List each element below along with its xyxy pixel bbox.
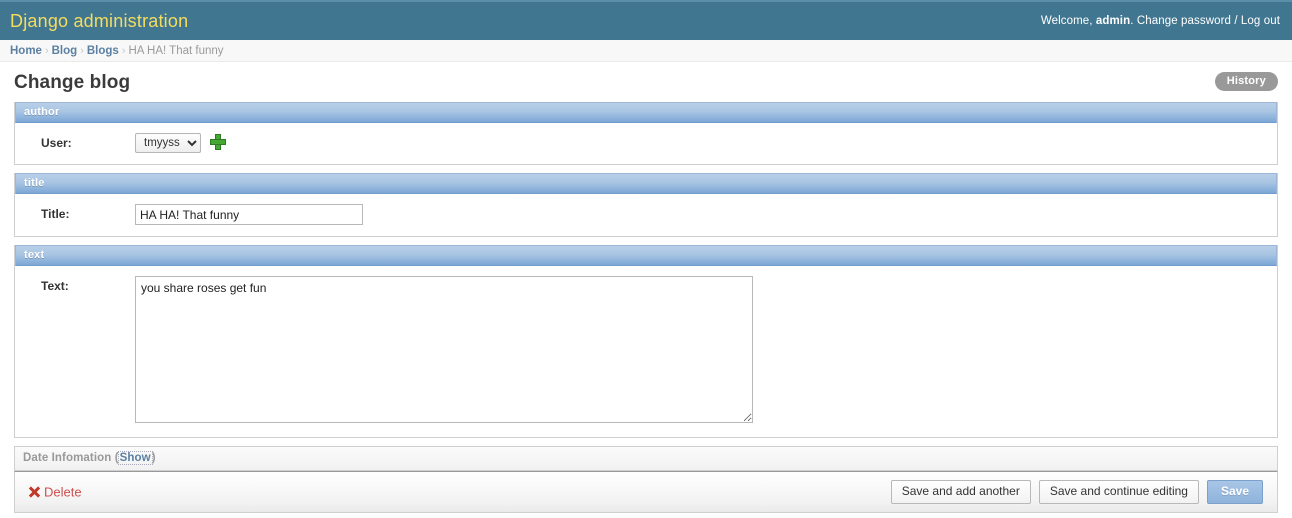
text-textarea[interactable]: you share roses get fun: [135, 276, 753, 423]
delete-label: Delete: [44, 484, 82, 500]
fieldset-legend-author: author: [15, 102, 1277, 123]
title-field-label: Title:: [41, 207, 70, 221]
change-blog-form: author User: tmyyss title Title: HA HA! …: [14, 102, 1278, 513]
fieldset-legend-date-information: Date Infomation (Show): [15, 447, 1277, 470]
form-row-title: Title:: [15, 194, 1277, 236]
user-field-area: tmyyss: [135, 133, 1267, 153]
fieldset-title: title Title:: [14, 173, 1278, 237]
user-field-label: User:: [41, 136, 72, 150]
user-tools: Welcome, admin. Change password / Log ou…: [1041, 15, 1280, 27]
delete-x-icon: [29, 487, 40, 498]
branding: Django administration: [10, 11, 188, 32]
breadcrumb-separator: ›: [44, 45, 49, 57]
welcome-period: .: [1130, 15, 1134, 27]
page-title: Change blog: [14, 72, 131, 93]
title-field-area: [135, 204, 1267, 225]
breadcrumb-separator: ›: [80, 45, 84, 57]
save-and-continue-editing-button[interactable]: Save and continue editing: [1038, 480, 1199, 504]
site-title: Django administration: [10, 10, 189, 31]
site-header: Django administration Welcome, admin. Ch…: [0, 0, 1292, 40]
date-information-label: Date Infomation: [23, 452, 112, 464]
close-paren: ): [151, 452, 156, 464]
fieldset-date-information: Date Infomation (Show): [14, 446, 1278, 471]
save-button[interactable]: Save: [1206, 480, 1263, 504]
form-row-text: Text: you share roses get fun: [15, 266, 1277, 437]
breadcrumb: Home › Blog › Blogs › HA HA! That funny: [0, 40, 1292, 62]
delete-link-box: Delete: [29, 485, 82, 500]
breadcrumb-item-blog[interactable]: Blog: [52, 45, 78, 57]
history-button[interactable]: History: [1214, 72, 1278, 91]
delete-button[interactable]: Delete: [29, 485, 82, 500]
breadcrumb-item-blogs[interactable]: Blogs: [87, 45, 119, 57]
change-password-link[interactable]: Change password: [1137, 15, 1231, 27]
show-toggle-link[interactable]: Show: [117, 451, 153, 465]
fieldset-text: text Text: you share roses get fun: [14, 245, 1278, 438]
username-label: admin: [1095, 15, 1131, 27]
title-input[interactable]: [135, 204, 363, 225]
save-and-add-another-button[interactable]: Save and add another: [890, 480, 1031, 504]
breadcrumb-item-current: HA HA! That funny: [128, 45, 224, 57]
submit-buttons: Save and add another Save and continue e…: [890, 480, 1263, 504]
user-select[interactable]: tmyyss: [135, 133, 201, 153]
logout-link[interactable]: Log out: [1241, 15, 1280, 27]
text-field-area: you share roses get fun: [135, 276, 1267, 426]
fieldset-legend-text: text: [15, 245, 1277, 266]
fieldset-author: author User: tmyyss: [14, 102, 1278, 165]
object-tools: History: [1214, 72, 1278, 91]
text-field-label: Text:: [41, 279, 69, 293]
add-user-plus-icon[interactable]: [210, 134, 227, 150]
breadcrumb-item-home[interactable]: Home: [10, 45, 42, 57]
welcome-text: Welcome,: [1040, 15, 1093, 27]
link-separator: /: [1234, 15, 1238, 27]
fieldset-legend-title: title: [15, 173, 1277, 194]
form-row-user: User: tmyyss: [15, 123, 1277, 164]
page-title-row: Change blog History: [14, 70, 1278, 102]
submit-row: Delete Save and add another Save and con…: [14, 471, 1278, 513]
content-area: Change blog History author User: tmyyss …: [0, 62, 1292, 513]
